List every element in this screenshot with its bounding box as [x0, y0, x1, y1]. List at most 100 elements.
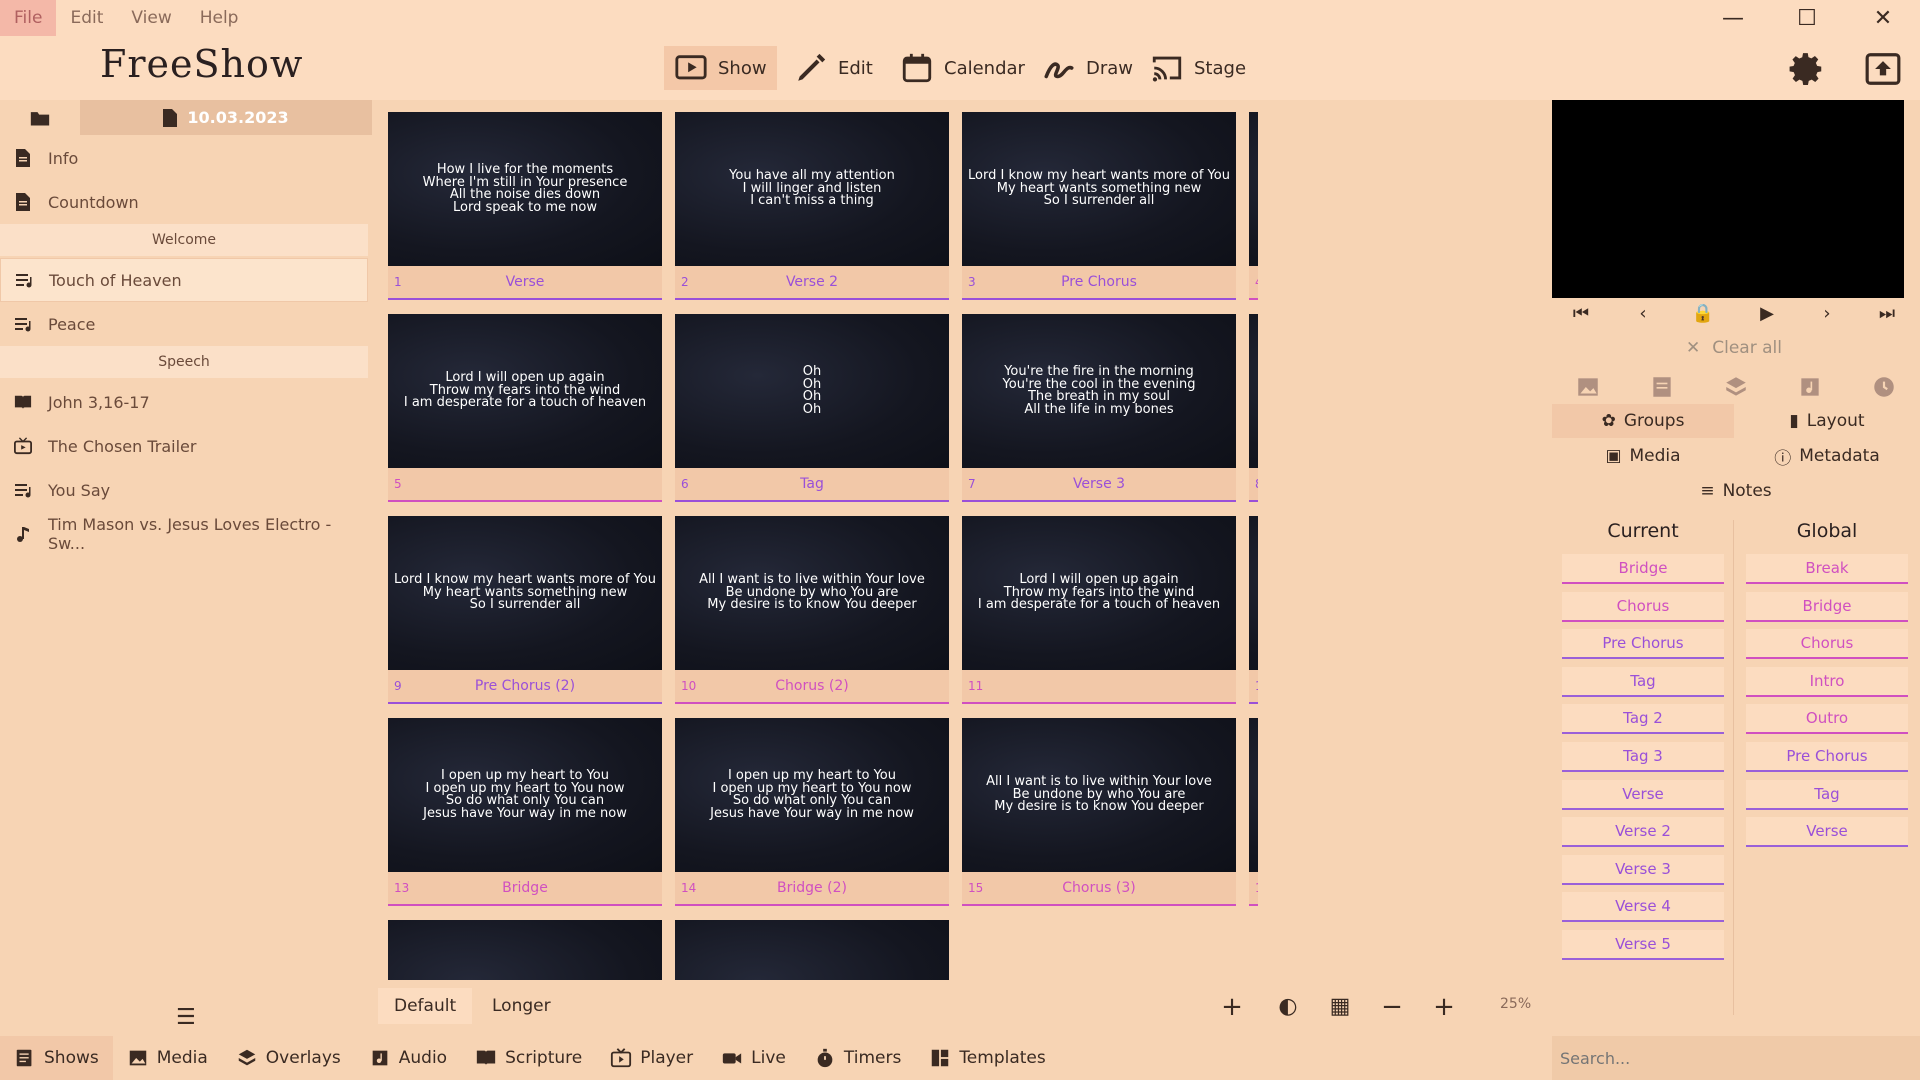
tab-metadata[interactable]: ⓘ Metadata: [1734, 439, 1920, 473]
project-item-john[interactable]: John 3,16-17: [0, 380, 368, 424]
group-button[interactable]: Tag: [1746, 779, 1908, 810]
group-button[interactable]: Pre Chorus: [1746, 742, 1908, 772]
projects-tab[interactable]: [0, 100, 80, 135]
group-button[interactable]: Pre Chorus: [1562, 629, 1724, 660]
slide-thumbnail[interactable]: I open up my heart to You I open up my h…: [388, 718, 662, 911]
slide-thumbnail[interactable]: Lord I will open up again Throw my fears…: [1249, 718, 1258, 911]
gear-icon[interactable]: [1788, 50, 1826, 88]
group-button[interactable]: Tag: [1562, 666, 1724, 697]
minimize-icon[interactable]: —: [1698, 0, 1768, 36]
audio-icon[interactable]: [1796, 374, 1824, 400]
nav-player[interactable]: Player: [596, 1036, 707, 1080]
slide-thumbnail[interactable]: All I want is to live within Your love B…: [962, 718, 1236, 911]
mode-edit-button[interactable]: Edit: [784, 46, 883, 90]
slide-number: 16: [1255, 881, 1258, 895]
layout-tab-longer[interactable]: Longer: [476, 988, 567, 1024]
group-button[interactable]: Verse: [1562, 779, 1724, 810]
project-item-audio-track[interactable]: Tim Mason vs. Jesus Loves Electro - Sw..…: [0, 512, 368, 556]
project-item-chosen-trailer[interactable]: The Chosen Trailer: [0, 424, 368, 468]
project-item-peace[interactable]: Peace: [0, 302, 368, 346]
tab-media[interactable]: ▣ Media: [1552, 439, 1734, 473]
group-button[interactable]: Bridge: [1562, 554, 1724, 584]
slide-thumbnail[interactable]: [388, 920, 662, 980]
slide-thumbnail[interactable]: All I want is to live within Your love B…: [675, 516, 949, 709]
next-icon[interactable]: ›: [1812, 303, 1842, 327]
project-item-you-say[interactable]: You Say: [0, 468, 368, 512]
maximize-icon[interactable]: ☐: [1772, 0, 1842, 36]
project-item-info[interactable]: Info: [0, 136, 368, 180]
slide-thumbnail[interactable]: Lord I will open up again Throw my fears…: [388, 314, 662, 507]
group-button[interactable]: Chorus: [1562, 591, 1724, 622]
output-screen-icon[interactable]: [1864, 50, 1902, 88]
tab-notes[interactable]: ≡ Notes: [1552, 474, 1920, 508]
tab-layout[interactable]: ▮ Layout: [1734, 404, 1920, 438]
nav-shows[interactable]: Shows: [0, 1036, 113, 1080]
mode-draw-button[interactable]: Draw: [1032, 46, 1143, 90]
slide-thumbnail[interactable]: Lord I know my heart wants more of You M…: [388, 516, 662, 709]
clock-icon[interactable]: [1870, 374, 1898, 400]
zoom-in-icon[interactable]: +: [1430, 993, 1458, 1021]
lock-icon[interactable]: 🔒: [1688, 303, 1718, 327]
slide-thumbnail[interactable]: [675, 920, 949, 980]
play-icon[interactable]: ▶: [1752, 303, 1782, 327]
add-layout-icon[interactable]: +: [1218, 993, 1246, 1021]
nav-timers[interactable]: Timers: [800, 1036, 915, 1080]
slide-thumbnail[interactable]: Lord I know my heart wants more of You M…: [962, 112, 1236, 305]
slide-thumbnail[interactable]: You're the fire in the morning You're th…: [962, 314, 1236, 507]
project-item-countdown[interactable]: Countdown: [0, 180, 368, 224]
slide-text-icon[interactable]: [1648, 374, 1676, 400]
slide-thumbnail[interactable]: I open up my heart to You I open up my h…: [675, 718, 949, 911]
project-item-touch-of-heaven[interactable]: Touch of Heaven: [0, 258, 368, 302]
search-input[interactable]: [1552, 1036, 1920, 1080]
menu-icon[interactable]: ☰: [176, 1005, 196, 1030]
group-button[interactable]: Tag 3: [1562, 742, 1724, 772]
slide-thumbnail[interactable]: Oh Oh Oh Oh 6 Tag: [675, 314, 949, 507]
slide-thumbnail[interactable]: All I want is to live within Your love B…: [1249, 112, 1258, 305]
project-tab[interactable]: 10.03.2023: [80, 100, 372, 135]
menu-edit[interactable]: Edit: [56, 0, 117, 36]
toggle-icon[interactable]: ◐: [1274, 993, 1302, 1021]
slide-thumbnail[interactable]: How I live for the moments Where I'm sti…: [388, 112, 662, 305]
group-button[interactable]: Verse: [1746, 817, 1908, 848]
close-icon[interactable]: ✕: [1848, 0, 1918, 36]
zoom-out-icon[interactable]: −: [1378, 993, 1406, 1021]
group-button[interactable]: Intro: [1746, 666, 1908, 697]
slide-thumbnail[interactable]: Oh Oh Oh Oh12Tag (2): [1249, 516, 1258, 709]
nav-overlays[interactable]: Overlays: [222, 1036, 355, 1080]
group-button[interactable]: Tag 2: [1562, 704, 1724, 735]
slide-thumbnail[interactable]: You have all my attention I will linger …: [675, 112, 949, 305]
group-button[interactable]: Verse 5: [1562, 930, 1724, 960]
slide-thumbnail[interactable]: Lord I will open up again Throw my fears…: [962, 516, 1236, 709]
background-icon[interactable]: [1574, 374, 1602, 400]
group-button[interactable]: Verse 2: [1562, 817, 1724, 848]
nav-live[interactable]: Live: [707, 1036, 800, 1080]
mode-stage-button[interactable]: Stage: [1140, 46, 1256, 90]
group-button[interactable]: Outro: [1746, 704, 1908, 735]
tab-groups[interactable]: ✿ Groups: [1552, 404, 1734, 438]
group-button[interactable]: Break: [1746, 554, 1908, 584]
layout-tab-default[interactable]: Default: [378, 988, 473, 1024]
slide-thumbnail[interactable]: There is no hesitation In Your love and …: [1249, 314, 1258, 507]
group-button[interactable]: Chorus: [1746, 629, 1908, 660]
pencil-icon: [798, 53, 826, 81]
previous-icon[interactable]: ‹: [1628, 303, 1658, 327]
menu-view[interactable]: View: [117, 0, 185, 36]
mode-show-button[interactable]: Show: [664, 46, 777, 90]
menu-file[interactable]: File: [0, 0, 57, 36]
grid-view-icon[interactable]: ▦: [1326, 993, 1354, 1021]
layers-icon[interactable]: [1722, 374, 1750, 400]
first-slide-icon[interactable]: ⏮: [1566, 303, 1596, 327]
nav-audio[interactable]: Audio: [355, 1036, 461, 1080]
clear-all-button[interactable]: ✕ Clear all: [1686, 338, 1782, 358]
last-slide-icon[interactable]: ⏭: [1872, 303, 1902, 327]
nav-media[interactable]: Media: [113, 1036, 222, 1080]
nav-templates[interactable]: Templates: [915, 1036, 1059, 1080]
slide-label-bar: 12Tag (2): [1249, 670, 1258, 704]
group-button[interactable]: Bridge: [1746, 591, 1908, 622]
group-button[interactable]: Verse 4: [1562, 892, 1724, 923]
menu-help[interactable]: Help: [186, 0, 253, 36]
group-button[interactable]: Verse 3: [1562, 854, 1724, 885]
menu-bar: File Edit View Help: [0, 0, 1920, 36]
mode-calendar-button[interactable]: Calendar: [890, 46, 1035, 90]
nav-scripture[interactable]: Scripture: [461, 1036, 596, 1080]
